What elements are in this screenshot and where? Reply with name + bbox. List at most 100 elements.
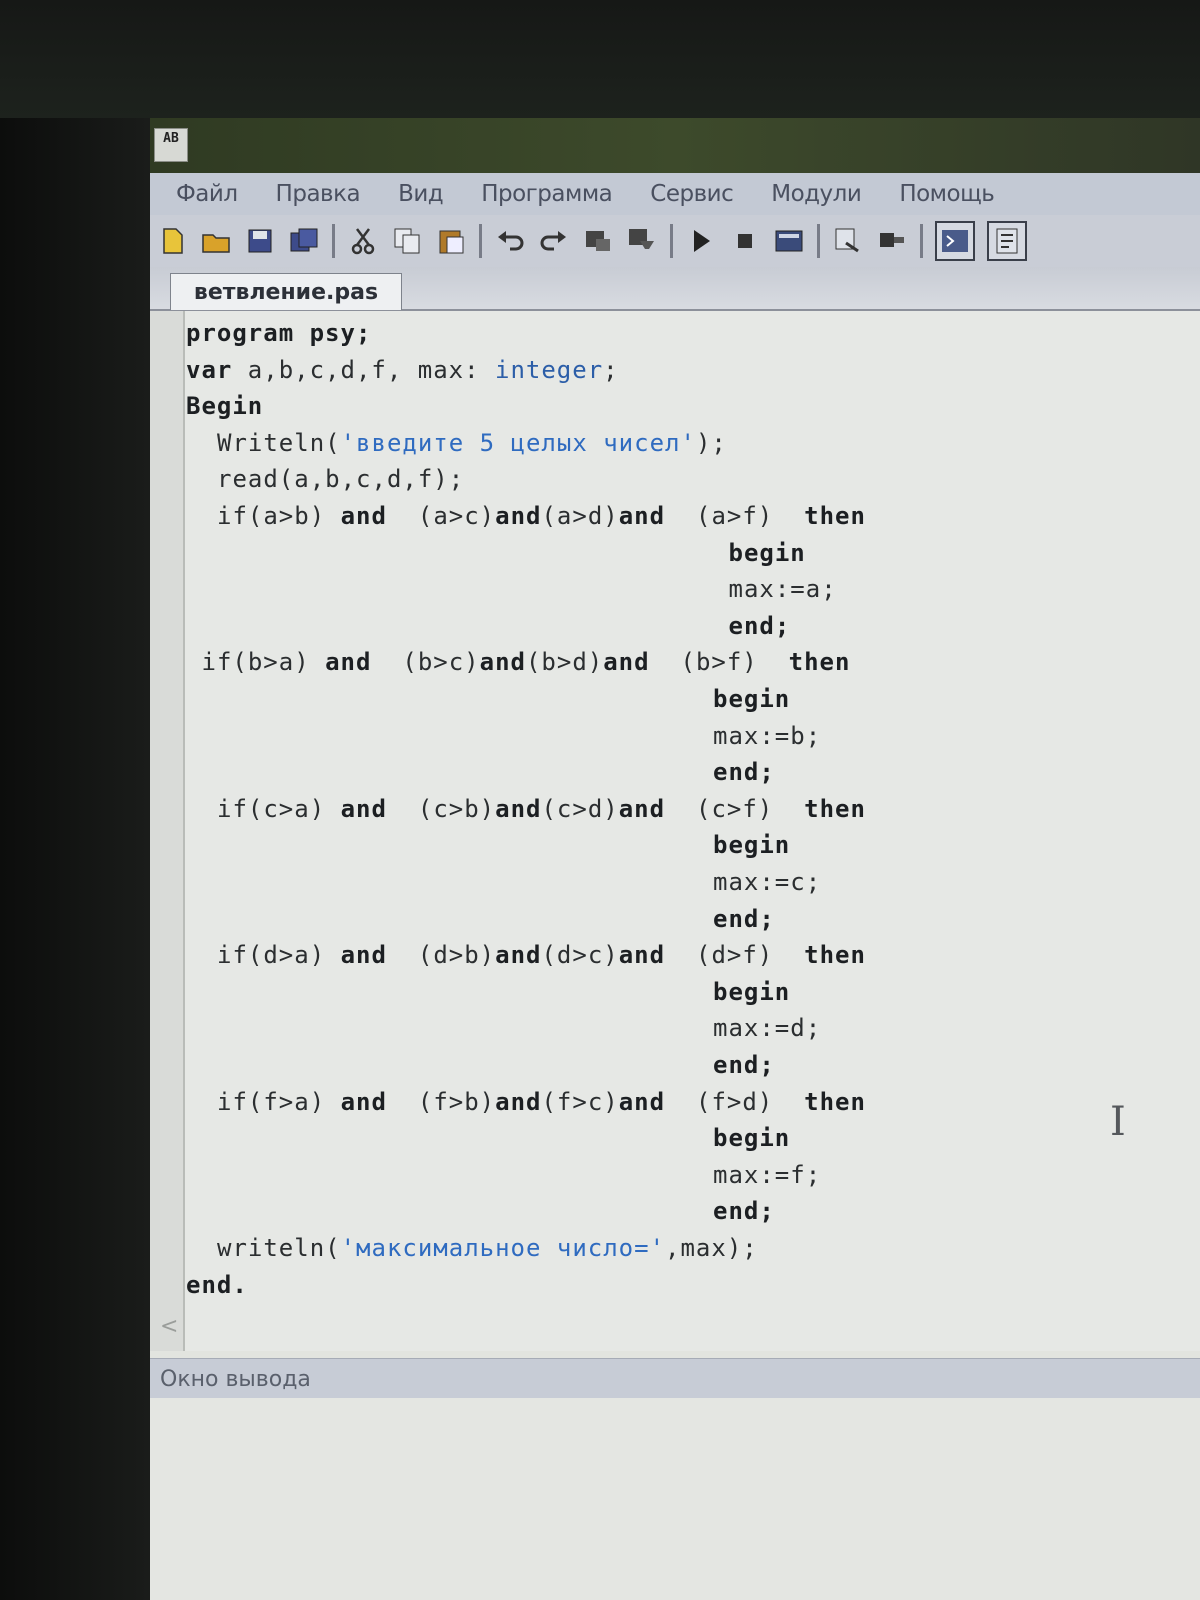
redo-icon[interactable] [538, 225, 570, 257]
code-line: if(b>a) and (b>c)and(b>d)and (b>f) then [202, 648, 851, 676]
output-panel[interactable] [150, 1398, 1200, 1600]
code-token: 'максимальное число=' [340, 1234, 666, 1262]
code-line: if(a>b) and (a>c)and(a>d)and (a>f) then [217, 502, 866, 530]
undo-icon[interactable] [494, 225, 526, 257]
code-token: then [804, 941, 866, 970]
stop-icon[interactable] [729, 225, 761, 257]
code-token: if [217, 941, 248, 970]
code-token: read(a,b,c,d,f); [217, 465, 465, 494]
code-token: then [788, 648, 851, 677]
save-all-icon[interactable] [288, 225, 320, 257]
code-token: (d>a) [247, 941, 341, 970]
code-token: max:=b; [713, 721, 822, 750]
code-token: (b>a) [232, 648, 326, 677]
code-token: (b>f) [649, 648, 789, 677]
code-token: (c>a) [247, 794, 341, 823]
step-icon[interactable] [876, 225, 908, 257]
code-line: max:=c; [713, 868, 821, 896]
code-token: and [340, 794, 387, 823]
code-line: writeln('максимальное число=',max); [217, 1234, 758, 1262]
code-line: end; [713, 1197, 775, 1225]
editor-gutter [150, 311, 185, 1351]
new-file-icon[interactable] [156, 225, 188, 257]
code-token: (b>d) [525, 648, 604, 677]
code-token: end. [186, 1270, 248, 1299]
compile-icon[interactable] [773, 225, 805, 257]
menu-item-5[interactable]: Модули [771, 181, 862, 207]
code-token: (f>c) [541, 1087, 619, 1116]
menu-item-1[interactable]: Правка [276, 181, 361, 207]
properties-icon[interactable] [987, 221, 1027, 261]
code-token: end; [713, 758, 775, 787]
save-icon[interactable] [244, 225, 276, 257]
code-token: begin [713, 831, 791, 860]
code-line: max:=f; [713, 1161, 821, 1189]
code-token: and [495, 502, 542, 530]
menu-item-2[interactable]: Вид [398, 181, 444, 207]
code-token: and [618, 1087, 666, 1116]
code-token: ); [695, 428, 727, 457]
toolbar-separator [817, 224, 820, 258]
text-cursor-icon: I [1110, 1099, 1126, 1145]
code-line: end; [713, 758, 775, 786]
app-icon[interactable]: AB [154, 128, 188, 162]
monitor-bezel-left [0, 118, 150, 1600]
code-token: program psy; [186, 319, 372, 347]
code-token: (c>b) [386, 794, 496, 823]
toolbar-separator [920, 224, 923, 258]
code-token: end; [713, 904, 775, 933]
code-token: end; [713, 1197, 775, 1226]
code-token: and [495, 1087, 542, 1116]
debug-icon[interactable] [832, 225, 864, 257]
code-token: and [603, 648, 650, 677]
menu-bar: Файл Правка Вид Программа Сервис Модули Помощь [150, 173, 1200, 215]
code-token: and [340, 502, 387, 530]
code-token: and [495, 941, 542, 970]
menu-item-6[interactable]: Помощь [899, 181, 995, 207]
code-token: and [618, 941, 666, 970]
code-token: (a>d) [541, 502, 619, 530]
code-token: (f>d) [665, 1087, 805, 1116]
monitor-bezel-top [0, 0, 1200, 118]
code-token: (c>d) [541, 794, 619, 823]
toolbar-separator [479, 224, 482, 258]
menu-item-3[interactable]: Программа [481, 181, 613, 207]
paste-icon[interactable] [435, 225, 467, 257]
code-line: if(c>a) and (c>b)and(c>d)and (c>f) then [217, 795, 866, 823]
code-line: read(a,b,c,d,f); [217, 465, 464, 493]
code-token: and [479, 648, 526, 677]
code-token: writeln( [217, 1234, 341, 1262]
code-token: max:=d; [713, 1014, 822, 1043]
run-icon[interactable] [685, 225, 717, 257]
output-window-icon[interactable] [935, 221, 975, 261]
find-icon[interactable] [582, 225, 614, 257]
code-line: Begin [186, 392, 263, 420]
tab-file[interactable]: ветвление.pas [170, 273, 402, 310]
code-token: if [217, 794, 248, 823]
code-token: (a>c) [386, 502, 496, 530]
output-panel-header: Окно вывода [150, 1358, 1200, 1399]
code-line: program psy; [186, 319, 371, 347]
code-line: if(d>a) and (d>b)and(d>c)and (d>f) then [217, 941, 866, 969]
scroll-left-icon[interactable]: < [160, 1314, 178, 1339]
code-token: (b>c) [371, 648, 480, 677]
code-line: begin [713, 1124, 790, 1152]
code-editor[interactable]: I program psy; var a,b,c,d,f, max: intege… [150, 311, 1200, 1351]
open-folder-icon[interactable] [200, 225, 232, 257]
replace-icon[interactable] [626, 225, 658, 257]
code-token: and [618, 794, 666, 823]
code-token: max:=c; [713, 868, 822, 896]
cut-icon[interactable] [347, 225, 379, 257]
code-line: end; [713, 905, 775, 933]
menu-item-0[interactable]: Файл [176, 181, 238, 207]
copy-icon[interactable] [391, 225, 423, 257]
code-token: and [325, 648, 372, 677]
toolbar [150, 215, 1200, 267]
title-bar: AB [150, 118, 1200, 173]
code-token: end; [713, 1051, 775, 1079]
code-token: var [186, 355, 233, 384]
code-line: var a,b,c,d,f, max: integer; [186, 356, 619, 384]
code-token: max:=f; [713, 1160, 822, 1189]
menu-item-4[interactable]: Сервис [650, 181, 733, 207]
code-token: integer [495, 355, 604, 384]
